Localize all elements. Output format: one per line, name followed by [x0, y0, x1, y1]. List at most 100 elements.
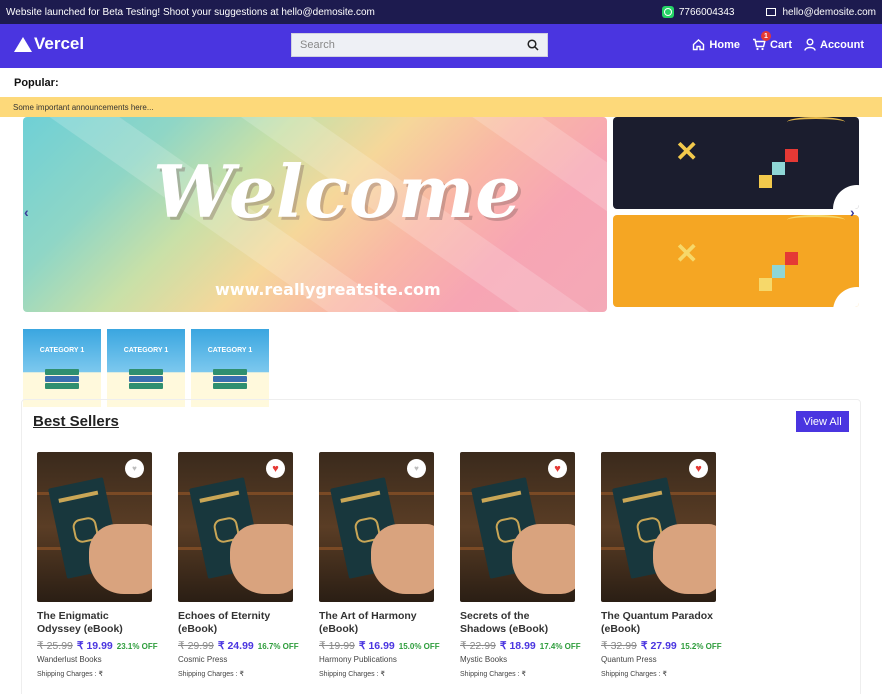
books-icon [45, 383, 79, 389]
category-card[interactable]: CATEGORY 1 [107, 329, 185, 407]
wishlist-heart-icon[interactable]: ♥ [548, 459, 567, 478]
nav-cart-label: Cart [769, 38, 792, 51]
product-image[interactable]: ♥ [601, 452, 716, 602]
square-decoration [785, 149, 798, 162]
phone-number: 7766004343 [678, 6, 735, 18]
original-price: ₹ 22.99 [460, 640, 496, 652]
site-logo[interactable]: Vercel [14, 34, 84, 54]
banner-heading: Welcome [153, 149, 523, 234]
shipping-charges: Shipping Charges : ₹ [601, 671, 667, 678]
carousel-next-arrow-icon[interactable]: › [850, 204, 855, 220]
hero-banner[interactable]: Welcome www.reallygreatsite.com [23, 117, 607, 312]
sale-price: ₹ 27.99 [640, 640, 677, 652]
product-image[interactable]: ♥ [178, 452, 293, 602]
publisher: Cosmic Press [178, 655, 228, 664]
publisher: Wanderlust Books [37, 655, 102, 664]
product-card[interactable]: ♥ Echoes of Eternity (eBook) ₹ 29.99 ₹ 2… [178, 452, 299, 678]
product-prices: ₹ 32.99 ₹ 27.99 15.2% OFF [601, 640, 722, 652]
product-title[interactable]: The Quantum Paradox (eBook) [601, 610, 717, 636]
wishlist-heart-icon[interactable]: ♥ [689, 459, 708, 478]
whatsapp-icon [661, 6, 674, 18]
category-label: CATEGORY 1 [39, 347, 85, 354]
product-card[interactable]: ♥ The Quantum Paradox (eBook) ₹ 32.99 ₹ … [601, 452, 722, 678]
email-contact[interactable]: hello@demosite.com [766, 7, 876, 18]
discount-label: 15.2% OFF [680, 642, 722, 651]
original-price: ₹ 32.99 [601, 640, 637, 652]
wave-decoration [787, 117, 845, 127]
phone-contact[interactable]: 7766004343 [661, 6, 735, 18]
discount-label: 17.4% OFF [539, 642, 581, 651]
books-icon [213, 369, 247, 375]
shipping-charges: Shipping Charges : ₹ [178, 671, 244, 678]
books-icon [129, 383, 163, 389]
product-image[interactable]: ♥ [319, 452, 434, 602]
square-decoration [759, 278, 772, 291]
x-decoration: ✕ [675, 238, 699, 269]
best-sellers-section: Best Sellers View All ♥ The Enigmatic Od… [21, 399, 861, 694]
home-icon [693, 39, 705, 51]
user-icon [804, 38, 816, 51]
search-input[interactable] [300, 39, 527, 51]
best-sellers-title[interactable]: Best Sellers [33, 413, 119, 430]
promo-card-gold[interactable]: ✕ [613, 215, 859, 307]
product-prices: ₹ 19.99 ₹ 16.99 15.0% OFF [319, 640, 440, 652]
product-title[interactable]: The Enigmatic Odyssey (eBook) [37, 610, 153, 636]
x-decoration: ✕ [675, 136, 699, 167]
product-title[interactable]: The Art of Harmony (eBook) [319, 610, 435, 636]
original-price: ₹ 29.99 [178, 640, 214, 652]
books-icon [129, 376, 163, 382]
product-image[interactable]: ♥ [460, 452, 575, 602]
main-header: Vercel Home 1 Cart Account [0, 24, 882, 68]
square-decoration [785, 252, 798, 265]
view-all-button[interactable]: View All [796, 411, 849, 432]
hand-decoration [371, 524, 434, 594]
shipping-charges: Shipping Charges : ₹ [37, 671, 103, 678]
nav-cart[interactable]: 1 Cart [752, 31, 792, 51]
mail-icon [766, 8, 777, 16]
nav-home[interactable]: Home [692, 38, 740, 51]
shipping-charges: Shipping Charges : ₹ [319, 671, 385, 678]
shipping-charges: Shipping Charges : ₹ [460, 671, 526, 678]
wishlist-heart-icon[interactable]: ♥ [266, 459, 285, 478]
product-card[interactable]: ♥ Secrets of the Shadows (eBook) ₹ 22.99… [460, 452, 581, 678]
product-image[interactable]: ♥ [37, 452, 152, 602]
square-decoration [772, 162, 785, 175]
wishlist-heart-icon[interactable]: ♥ [125, 459, 144, 478]
sale-price: ₹ 18.99 [499, 640, 536, 652]
product-title[interactable]: Echoes of Eternity (eBook) [178, 610, 294, 636]
announcement-bar: Some important announcements here... [0, 97, 882, 117]
product-prices: ₹ 25.99 ₹ 19.99 23.1% OFF [37, 640, 158, 652]
popular-label: Popular: [14, 77, 59, 89]
books-icon [45, 376, 79, 382]
nav-account[interactable]: Account [804, 38, 864, 51]
product-card[interactable]: ♥ The Enigmatic Odyssey (eBook) ₹ 25.99 … [37, 452, 158, 678]
sale-price: ₹ 24.99 [217, 640, 254, 652]
top-announcement-bar: Website launched for Beta Testing! Shoot… [0, 0, 882, 24]
carousel-prev-arrow-icon[interactable]: ‹ [24, 204, 29, 220]
product-title[interactable]: Secrets of the Shadows (eBook) [460, 610, 576, 636]
books-icon [129, 369, 163, 375]
product-card[interactable]: ♥ The Art of Harmony (eBook) ₹ 19.99 ₹ 1… [319, 452, 440, 678]
publisher: Mystic Books [460, 655, 508, 664]
original-price: ₹ 19.99 [319, 640, 355, 652]
promo-card-dark[interactable]: ✕ [613, 117, 859, 209]
category-card[interactable]: CATEGORY 1 [23, 329, 101, 407]
category-label: CATEGORY 1 [123, 347, 169, 354]
publisher: Quantum Press [601, 655, 657, 664]
discount-label: 16.7% OFF [257, 642, 299, 651]
category-card[interactable]: CATEGORY 1 [191, 329, 269, 407]
hand-decoration [89, 524, 152, 594]
banner-url: www.reallygreatsite.com [215, 280, 441, 299]
publisher: Harmony Publications [319, 655, 397, 664]
wave-decoration [787, 215, 845, 225]
logo-text: Vercel [34, 34, 85, 53]
search-icon[interactable] [527, 39, 539, 51]
books-icon [45, 369, 79, 375]
category-label: CATEGORY 1 [207, 347, 253, 354]
product-prices: ₹ 22.99 ₹ 18.99 17.4% OFF [460, 640, 581, 652]
discount-label: 15.0% OFF [398, 642, 440, 651]
wishlist-heart-icon[interactable]: ♥ [407, 459, 426, 478]
notch-decoration [833, 287, 859, 307]
beta-message: Website launched for Beta Testing! Shoot… [6, 6, 375, 18]
notch-decoration [833, 185, 859, 209]
